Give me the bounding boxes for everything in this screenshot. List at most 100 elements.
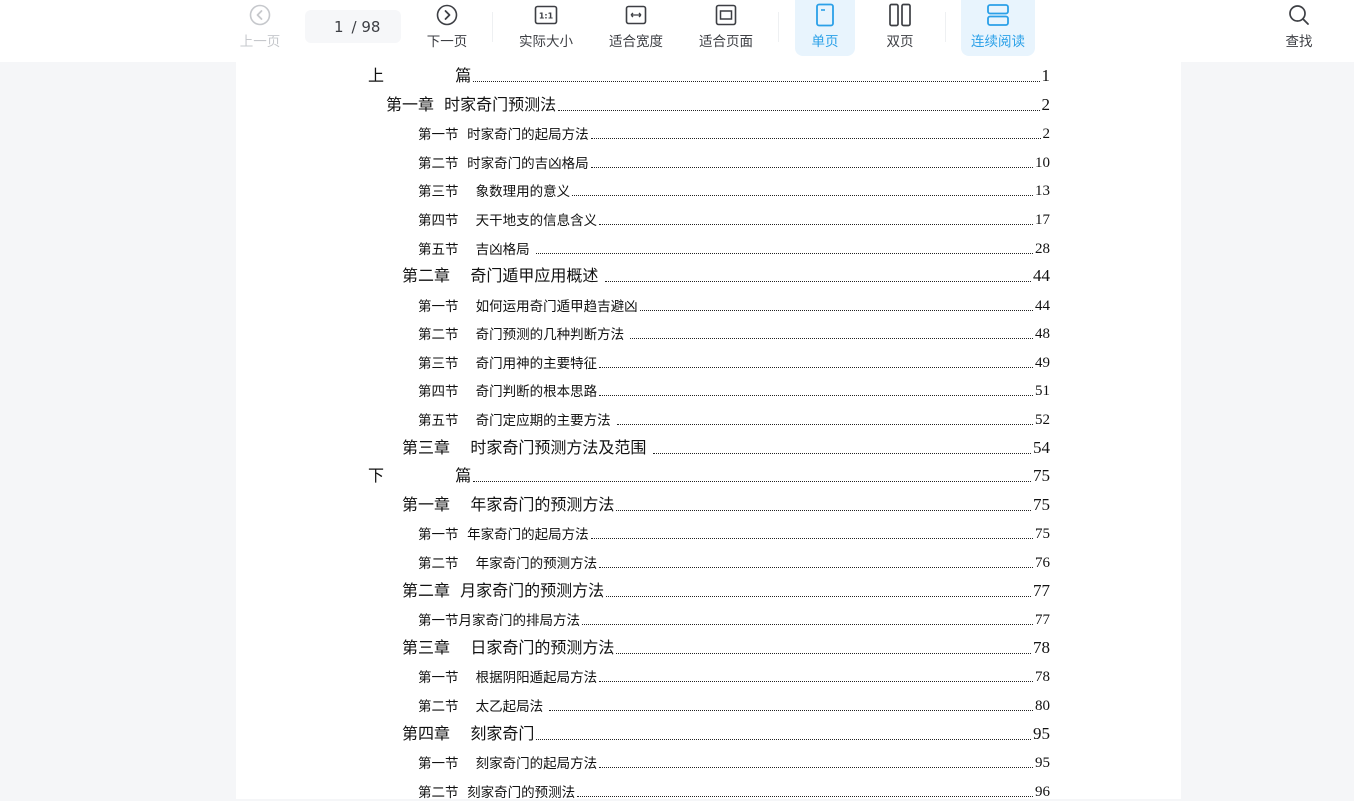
fit-width-button[interactable]: 适合宽度	[602, 0, 670, 56]
toc-section-entry[interactable]: 第四节 奇门判断的根本思路 51	[418, 380, 1050, 400]
toc-section-entry[interactable]: 第一节 如何运用奇门遁甲趋吉避凶 44	[418, 295, 1050, 315]
toc-entry-title: 第三节 奇门用神的主要特征	[418, 356, 598, 372]
toc-entry-title: 下 篇	[368, 466, 472, 485]
chevron-right-circle-icon	[436, 1, 458, 29]
double-page-label: 双页	[886, 34, 914, 50]
next-page-label: 下一页	[426, 34, 468, 50]
toolbar-divider	[492, 12, 493, 42]
toc-part-entry[interactable]: 下 篇 75	[368, 466, 1050, 486]
toc-dot-leader	[590, 166, 1033, 168]
total-pages: / 98	[351, 17, 381, 36]
toc-page-number: 76	[1035, 555, 1050, 571]
toc-section-entry[interactable]: 第一节 根据阴阳遁起局方法 78	[418, 666, 1050, 686]
toc-entry-title: 第一节 如何运用奇门遁甲趋吉避凶	[418, 299, 638, 315]
svg-text:1:1: 1:1	[539, 12, 554, 21]
toc-section-entry[interactable]: 第五节 吉凶格局 28	[418, 238, 1050, 258]
toc-dot-leader	[536, 738, 1031, 740]
fit-page-label: 适合页面	[699, 34, 753, 50]
toc-chapter-entry[interactable]: 第一章 时家奇门预测法 2	[386, 95, 1050, 115]
toc-section-entry[interactable]: 第一节 年家奇门的起局方法 75	[418, 523, 1050, 543]
toc-dot-leader	[605, 280, 1031, 282]
toc-entry-title: 第四章 刻家奇门	[402, 724, 535, 743]
actual-size-button[interactable]: 1:1 实际大小	[512, 0, 580, 56]
toc-chapter-entry[interactable]: 第二章 月家奇门的预测方法 77	[402, 581, 1050, 601]
toc-entry-title: 上 篇	[368, 66, 472, 85]
toc-section-entry[interactable]: 第一节 刻家奇门的起局方法 95	[418, 752, 1050, 772]
page-indicator: / 98	[305, 10, 401, 43]
toc-entry-title: 第一章 时家奇门预测法	[386, 95, 557, 114]
toc-chapter-entry[interactable]: 第二章 奇门遁甲应用概述 44	[402, 266, 1050, 286]
toc-page-number: 75	[1033, 495, 1050, 514]
toc-page-number: 78	[1033, 638, 1050, 657]
toc-page-number: 13	[1035, 183, 1050, 199]
double-page-button[interactable]: 双页	[870, 0, 930, 56]
single-page-icon	[815, 1, 835, 29]
fit-page-button[interactable]: 适合页面	[692, 0, 760, 56]
toc-entry-title: 第五节 吉凶格局	[418, 242, 534, 258]
toc-page-number: 1	[1041, 66, 1051, 85]
current-page-input[interactable]	[325, 17, 344, 36]
toc-dot-leader	[616, 423, 1033, 425]
toc-page-number: 80	[1035, 698, 1050, 714]
toc-section-entry[interactable]: 第三节 奇门用神的主要特征 49	[418, 352, 1050, 372]
toc-section-entry[interactable]: 第二节 刻家奇门的预测法 96	[418, 781, 1050, 801]
toc-dot-leader	[572, 194, 1033, 196]
find-button[interactable]: 查找	[1277, 0, 1321, 56]
single-page-label: 单页	[811, 34, 839, 50]
toc-dot-leader	[599, 680, 1033, 682]
toc-page-number: 96	[1035, 784, 1050, 800]
toc-entry-title: 第二节 奇门预测的几种判断方法	[418, 327, 629, 343]
toc-page-number: 75	[1035, 526, 1050, 542]
toc-chapter-entry[interactable]: 第三章 时家奇门预测方法及范围 54	[402, 438, 1050, 458]
continuous-read-icon	[986, 1, 1010, 29]
toc-dot-leader	[473, 480, 1031, 482]
toc-page-number: 78	[1035, 669, 1050, 685]
toc-section-entry[interactable]: 第二节 年家奇门的预测方法 76	[418, 552, 1050, 572]
continuous-read-button[interactable]: 连续阅读	[961, 0, 1035, 56]
toc-dot-leader	[590, 537, 1033, 539]
fit-width-icon	[625, 1, 647, 29]
toc-chapter-entry[interactable]: 第三章 日家奇门的预测方法 78	[402, 638, 1050, 658]
toc-chapter-entry[interactable]: 第一章 年家奇门的预测方法 75	[402, 495, 1050, 515]
continuous-read-label: 连续阅读	[971, 34, 1025, 50]
toc-section-entry[interactable]: 第二节 时家奇门的吉凶格局 10	[418, 152, 1050, 172]
toc-page-number: 77	[1033, 581, 1050, 600]
single-page-button[interactable]: 单页	[795, 0, 855, 56]
toc-dot-leader	[599, 223, 1033, 225]
search-icon	[1287, 1, 1311, 29]
toc-section-entry[interactable]: 第二节 太乙起局法 80	[418, 695, 1050, 715]
toc-section-entry[interactable]: 第五节 奇门定应期的主要方法 52	[418, 409, 1050, 429]
toc-chapter-entry[interactable]: 第四章 刻家奇门 95	[402, 724, 1050, 744]
toc-entry-title: 第二章 月家奇门的预测方法	[402, 581, 605, 600]
toc-entry-title: 第五节 奇门定应期的主要方法	[418, 413, 615, 429]
toc-section-entry[interactable]: 第一节 时家奇门的起局方法 2	[418, 123, 1050, 143]
one-to-one-icon: 1:1	[534, 1, 558, 29]
toc-section-entry[interactable]: 第三节 象数理用的意义 13	[418, 180, 1050, 200]
prev-page-button[interactable]: 上一页	[234, 0, 286, 56]
toc-dot-leader	[473, 80, 1040, 82]
toc-section-entry[interactable]: 第一节月家奇门的排局方法 77	[418, 609, 1050, 629]
document-page: 上 篇 1 第一章 时家奇门预测法 2 第一节 时家奇门的起局方法 2 第二节 时家奇门的吉…	[236, 62, 1181, 801]
toc-dot-leader	[577, 795, 1033, 797]
toc-page-number: 28	[1035, 241, 1050, 257]
toc-section-entry[interactable]: 第四节 天干地支的信息含义 17	[418, 209, 1050, 229]
toc-part-entry[interactable]: 上 篇 1	[368, 66, 1050, 86]
toc-dot-leader	[599, 566, 1033, 568]
toc-entry-title: 第一节 年家奇门的起局方法	[418, 527, 589, 543]
toc-entry-title: 第一节月家奇门的排局方法	[418, 613, 580, 629]
toc-dot-leader	[616, 652, 1031, 654]
fit-width-label: 适合宽度	[609, 34, 663, 50]
toc-page-number: 95	[1035, 755, 1050, 771]
toc-section-entry[interactable]: 第二节 奇门预测的几种判断方法 48	[418, 323, 1050, 343]
toc-page-number: 10	[1035, 155, 1050, 171]
toc-entry-title: 第一节 根据阴阳遁起局方法	[418, 670, 598, 686]
toc-entry-title: 第一节 时家奇门的起局方法	[418, 127, 589, 143]
find-label: 查找	[1285, 34, 1313, 50]
toc-page-number: 2	[1042, 126, 1051, 142]
toc-dot-leader	[616, 509, 1031, 511]
toc-page-number: 95	[1033, 724, 1050, 743]
next-page-button[interactable]: 下一页	[420, 0, 474, 56]
toc-dot-leader	[653, 452, 1031, 454]
toc-entry-title: 第三章 日家奇门的预测方法	[402, 638, 615, 657]
toc-entry-title: 第二节 太乙起局法	[418, 699, 548, 715]
